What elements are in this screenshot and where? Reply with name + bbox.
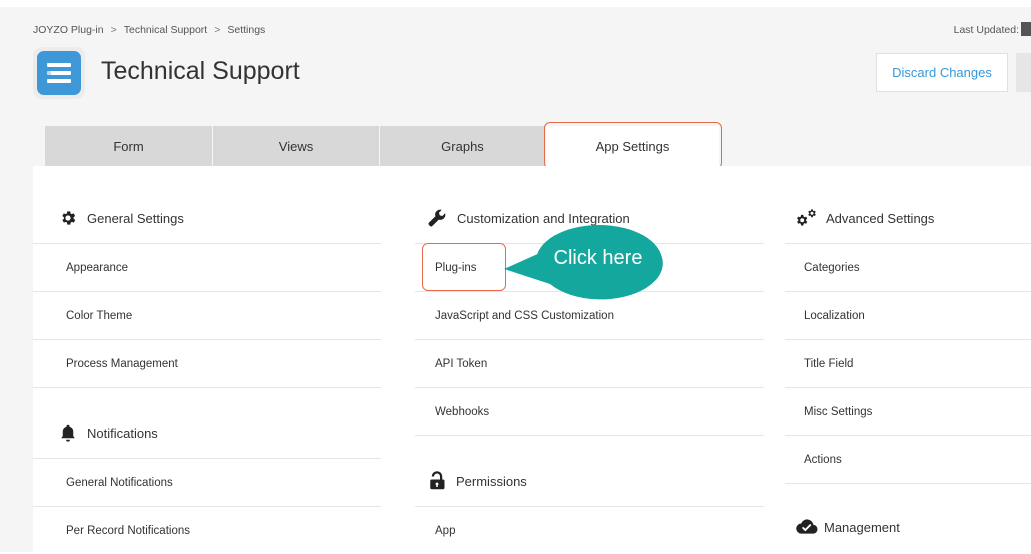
app-title: Technical Support (101, 57, 300, 85)
last-updated-label: Last Updated: (953, 24, 1019, 36)
tab-graphs[interactable]: Graphs (380, 126, 546, 166)
divider (785, 483, 1031, 484)
menu-item-webhooks[interactable]: Webhooks (415, 387, 764, 435)
menu-item-categories[interactable]: Categories (785, 243, 1031, 291)
menu-item-per-record-notifications[interactable]: Per Record Notifications (33, 506, 381, 554)
menu-item-appearance[interactable]: Appearance (33, 243, 381, 291)
section-advanced-settings: Advanced Settings (785, 193, 1031, 243)
menu-item-misc-settings[interactable]: Misc Settings (785, 387, 1031, 435)
menu-item-app-permissions[interactable]: App (415, 506, 764, 554)
gears-icon (797, 209, 816, 226)
menu-item-process-management[interactable]: Process Management (33, 339, 381, 387)
breadcrumb-separator: > (214, 24, 221, 36)
cloud-check-icon (796, 519, 818, 534)
menu-item-color-theme[interactable]: Color Theme (33, 291, 381, 339)
section-title: Notifications (87, 425, 158, 441)
menu-item-api-token[interactable]: API Token (415, 339, 764, 387)
breadcrumb: JOYZO Plug-in > Technical Support > Settings (33, 24, 265, 36)
app-icon (33, 47, 85, 99)
section-notifications: Notifications (33, 408, 381, 458)
tab-views[interactable]: Views (213, 126, 380, 166)
section-title: Management (824, 519, 900, 535)
list-icon (37, 51, 81, 95)
discard-changes-button[interactable]: Discard Changes (876, 53, 1008, 92)
column-advanced: Advanced Settings Categories Localizatio… (785, 166, 1031, 552)
menu-item-actions[interactable]: Actions (785, 435, 1031, 483)
menu-item-title-field[interactable]: Title Field (785, 339, 1031, 387)
menu-item-localization[interactable]: Localization (785, 291, 1031, 339)
breadcrumb-item-plugin[interactable]: JOYZO Plug-in (33, 24, 104, 36)
section-general-settings: General Settings (33, 193, 381, 243)
section-title: General Settings (87, 210, 184, 226)
tab-highlight-annotation (544, 122, 722, 169)
breadcrumb-item-settings: Settings (227, 24, 266, 36)
section-permissions: Permissions (415, 456, 764, 506)
lock-icon (430, 471, 445, 490)
breadcrumb-separator: > (110, 24, 117, 36)
gear-icon (62, 211, 76, 225)
section-title: Permissions (456, 473, 527, 489)
bell-icon (61, 424, 75, 442)
last-updated-avatar (1021, 22, 1031, 36)
section-management: Management (785, 502, 1031, 552)
divider (33, 387, 381, 388)
divider (415, 435, 764, 436)
callout-text: Click here (553, 247, 643, 269)
section-title: Advanced Settings (826, 210, 935, 226)
breadcrumb-item-app[interactable]: Technical Support (124, 24, 207, 36)
column-general: General Settings Appearance Color Theme … (33, 166, 381, 552)
tab-form[interactable]: Form (45, 126, 213, 166)
menu-item-general-notifications[interactable]: General Notifications (33, 458, 381, 506)
wrench-icon (428, 209, 446, 227)
update-app-button[interactable] (1016, 53, 1031, 92)
